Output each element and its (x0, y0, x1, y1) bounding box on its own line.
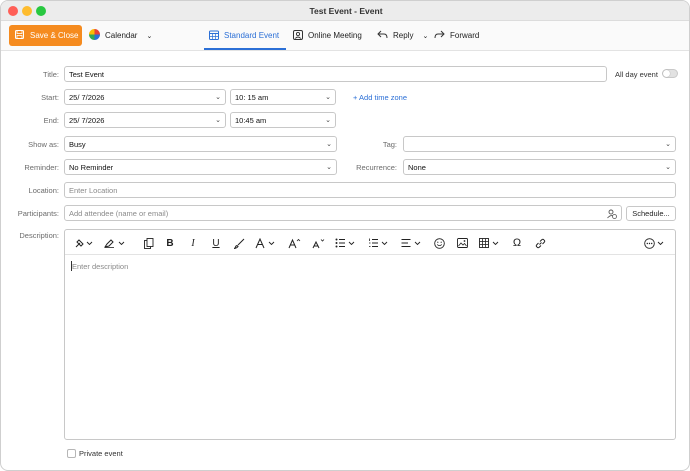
chevron-down-icon: ⌄ (665, 141, 671, 148)
bullet-list-icon[interactable] (335, 237, 357, 249)
tab-standard-event-label: Standard Event (224, 31, 280, 40)
calendar-color-icon (89, 29, 100, 42)
chevron-down-icon: ⌄ (215, 117, 221, 124)
save-icon (15, 30, 24, 41)
font-color-icon[interactable] (255, 237, 277, 249)
schedule-button[interactable]: Schedule... (626, 206, 676, 221)
reminder-value: No Reminder (69, 162, 114, 172)
tab-reply[interactable]: Reply ⌄ (377, 27, 428, 44)
start-time-value: 10: 15 am (235, 92, 269, 102)
highlight-icon[interactable] (103, 237, 127, 249)
tab-forward-label: Forward (450, 31, 480, 40)
special-char-icon[interactable]: Ω (511, 237, 523, 249)
private-event-label: Private event (79, 449, 123, 458)
chevron-down-icon: ⌄ (325, 94, 331, 101)
event-window: Test Event - Event Save & Close Calendar… (0, 0, 690, 471)
image-icon[interactable] (456, 237, 468, 249)
save-close-button[interactable]: Save & Close (9, 25, 82, 46)
start-time-picker[interactable]: 10: 15 am ⌄ (230, 89, 336, 105)
tab-forward[interactable]: Forward (434, 27, 479, 44)
chevron-down-icon: ⌄ (325, 117, 331, 124)
font-size-up-icon[interactable] (287, 237, 301, 249)
start-label: Start: (41, 93, 59, 102)
title-bar: Test Event - Event (1, 1, 689, 21)
format-painter-icon[interactable] (73, 237, 95, 249)
title-input[interactable]: Test Event (64, 66, 607, 82)
window-title: Test Event - Event (309, 6, 383, 16)
chevron-down-icon: ⌄ (422, 32, 429, 40)
format-toolbar: B I U Ω (65, 230, 675, 255)
chevron-down-icon: ⌄ (146, 32, 153, 40)
calendar-dropdown[interactable]: Calendar ⌄ (89, 27, 152, 44)
show-as-select[interactable]: Busy ⌄ (64, 136, 337, 152)
italic-icon[interactable]: I (187, 237, 199, 249)
copy-icon[interactable] (143, 237, 155, 249)
chevron-down-icon: ⌄ (215, 94, 221, 101)
underline-icon[interactable]: U (210, 237, 222, 249)
location-input[interactable]: Enter Location (64, 182, 676, 198)
start-date-picker[interactable]: 25/ 7/2026 ⌄ (64, 89, 226, 105)
link-icon[interactable] (534, 237, 546, 249)
all-day-toggle[interactable] (662, 69, 678, 78)
tab-online-meeting[interactable]: Online Meeting (293, 27, 362, 44)
tag-select[interactable]: ⌄ (403, 136, 676, 152)
bold-icon[interactable]: B (164, 237, 176, 249)
ribbon: Save & Close Calendar ⌄ Standard Event O… (1, 21, 689, 51)
description-placeholder: Enter description (72, 262, 129, 271)
end-time-picker[interactable]: 10:45 am ⌄ (230, 112, 336, 128)
location-label: Location: (28, 186, 59, 195)
save-close-label: Save & Close (30, 31, 79, 40)
active-tab-indicator (204, 48, 286, 50)
font-size-down-icon[interactable] (311, 237, 325, 249)
reply-icon (377, 30, 388, 41)
recurrence-label: Recurrence: (356, 163, 397, 172)
add-time-zone-link[interactable]: + Add time zone (353, 93, 407, 102)
emoji-icon[interactable] (433, 237, 445, 249)
private-event-checkbox[interactable] (67, 449, 76, 458)
reminder-label: Reminder: (24, 163, 59, 172)
recurrence-value: None (408, 162, 426, 172)
end-date-value: 25/ 7/2026 (69, 115, 105, 125)
chevron-down-icon: ⌄ (326, 141, 332, 148)
forward-icon (434, 30, 445, 41)
toggle-knob (663, 70, 670, 77)
show-as-label: Show as: (28, 140, 59, 149)
participants-placeholder: Add attendee (name or email) (69, 208, 169, 218)
calendar-grid-icon (209, 30, 219, 42)
person-badge-icon (293, 29, 303, 42)
more-options-icon[interactable] (643, 237, 667, 249)
description-label: Description: (19, 231, 59, 240)
title-label: Title: (43, 70, 59, 79)
recurrence-select[interactable]: None ⌄ (403, 159, 676, 175)
table-icon[interactable] (479, 237, 501, 249)
align-icon[interactable] (401, 237, 423, 249)
description-editor[interactable]: B I U Ω Enter description (64, 229, 676, 440)
chevron-down-icon: ⌄ (326, 164, 332, 171)
start-date-value: 25/ 7/2026 (69, 92, 105, 102)
end-time-value: 10:45 am (235, 115, 267, 125)
show-as-value: Busy (69, 139, 86, 149)
all-day-label: All day event (615, 70, 658, 79)
brush-icon[interactable] (233, 237, 245, 249)
chevron-down-icon: ⌄ (665, 164, 671, 171)
end-label: End: (43, 116, 59, 125)
title-value: Test Event (69, 69, 105, 79)
tab-reply-label: Reply (393, 31, 414, 40)
tab-standard-event[interactable]: Standard Event (209, 27, 279, 44)
calendar-label: Calendar (105, 31, 138, 40)
add-contact-icon[interactable] (607, 209, 617, 221)
tag-label: Tag: (382, 140, 397, 149)
location-placeholder: Enter Location (69, 185, 118, 195)
reminder-select[interactable]: No Reminder ⌄ (64, 159, 337, 175)
participants-input[interactable]: Add attendee (name or email) (64, 205, 622, 221)
tab-online-meeting-label: Online Meeting (308, 31, 362, 40)
numbered-list-icon[interactable] (368, 237, 390, 249)
participants-label: Participants: (17, 209, 59, 218)
end-date-picker[interactable]: 25/ 7/2026 ⌄ (64, 112, 226, 128)
